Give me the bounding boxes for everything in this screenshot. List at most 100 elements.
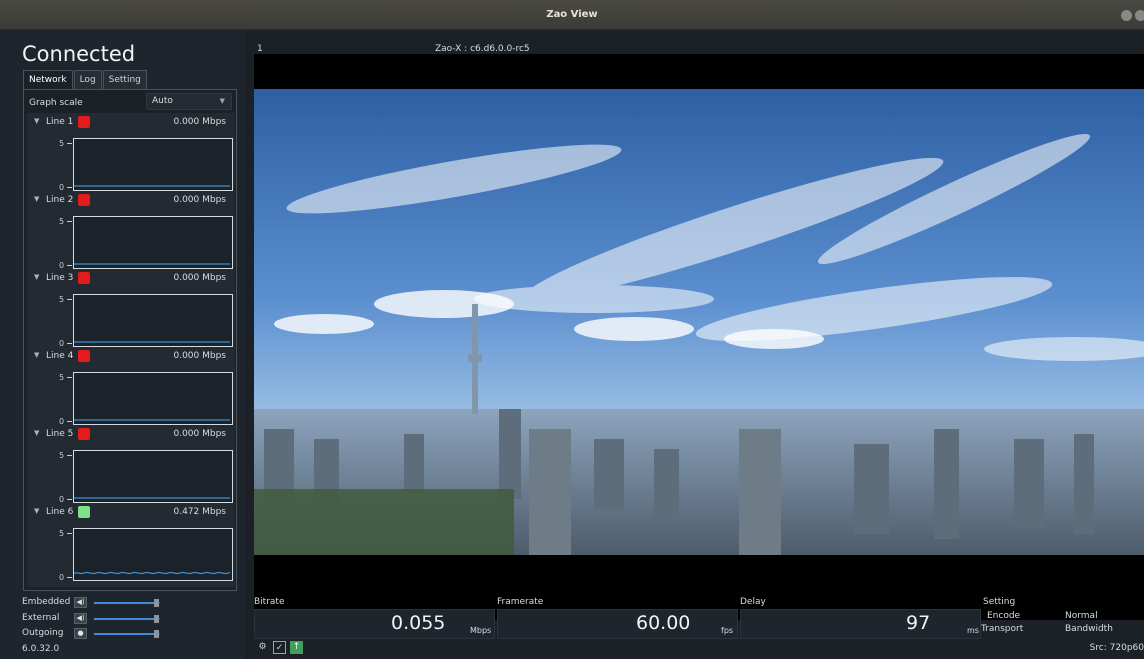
- channel-number: 1: [257, 44, 263, 54]
- tick-mark: [67, 499, 72, 500]
- stats-bar: Bitrate Framerate Delay Setting 0.055 Mb…: [254, 595, 1144, 640]
- line-item: ▼ Line 1 0.000 Mbps 5 0: [27, 115, 235, 193]
- snapshot-icon[interactable]: ✓: [273, 641, 286, 654]
- settings-icon[interactable]: ⚙: [256, 641, 269, 654]
- tick-mark: [67, 421, 72, 422]
- tick-mark: [67, 221, 72, 222]
- line-name: Line 1: [46, 117, 74, 127]
- audio-embedded-row: Embedded ◀): [22, 597, 242, 609]
- y-tick-max: 5: [59, 217, 65, 226]
- line-header[interactable]: ▼ Line 1 0.000 Mbps: [27, 115, 235, 130]
- bitrate-box: [254, 609, 495, 639]
- volume-slider[interactable]: [94, 599, 160, 607]
- main-view: 1 Zao-X : c6.d6.0.0-rc5 Bitrate Framerat…: [245, 30, 1144, 659]
- y-tick-max: 5: [59, 529, 65, 538]
- tick-mark: [67, 377, 72, 378]
- transport-value: Bandwidth: [1065, 624, 1113, 634]
- line-item: ▼ Line 2 0.000 Mbps 5 0: [27, 193, 235, 271]
- line-name: Line 6: [46, 507, 74, 517]
- line-list[interactable]: ▼ Line 1 0.000 Mbps 5 0 ▼ Line 2 0.000 M…: [27, 113, 235, 587]
- chevron-down-icon[interactable]: ▼: [34, 273, 39, 281]
- chevron-down-icon[interactable]: ▼: [34, 195, 39, 203]
- audio-label: External: [22, 613, 60, 623]
- line-header[interactable]: ▼ Line 3 0.000 Mbps: [27, 271, 235, 286]
- app-version: 6.0.32.0: [22, 644, 60, 654]
- line-header[interactable]: ▼ Line 5 0.000 Mbps: [27, 427, 235, 442]
- y-tick-max: 5: [59, 373, 65, 382]
- chevron-down-icon[interactable]: ▼: [34, 429, 39, 437]
- delay-box: [740, 609, 981, 639]
- microphone-icon[interactable]: ●: [74, 628, 87, 639]
- trace-path: [74, 571, 231, 575]
- audio-outgoing-row: Outgoing ●: [22, 628, 242, 640]
- tick-mark: [67, 455, 72, 456]
- bitrate-value: 0.055: [391, 612, 446, 634]
- line-graph: [73, 294, 233, 347]
- tick-mark: [67, 577, 72, 578]
- graph-scale-label: Graph scale: [29, 98, 83, 108]
- y-tick-min: 0: [59, 339, 65, 348]
- line-trace: [74, 497, 230, 499]
- sidebar-tabs: Network Log Setting: [23, 70, 148, 89]
- line-header[interactable]: ▼ Line 6 0.472 Mbps: [27, 505, 235, 520]
- line-status-indicator: [78, 428, 90, 440]
- tab-setting[interactable]: Setting: [102, 70, 147, 89]
- volume-slider[interactable]: [94, 630, 160, 638]
- chevron-down-icon[interactable]: ▼: [34, 117, 39, 125]
- y-tick-max: 5: [59, 451, 65, 460]
- line-name: Line 4: [46, 351, 74, 361]
- source-resolution: Src: 720p60: [1089, 643, 1144, 653]
- line-trace: [74, 341, 230, 343]
- line-item: ▼ Line 6 0.472 Mbps 5 0: [27, 505, 235, 583]
- line-rate: 0.000 Mbps: [173, 429, 226, 439]
- volume-slider[interactable]: [94, 615, 160, 623]
- y-tick-min: 0: [59, 183, 65, 192]
- encode-value: Normal: [1065, 611, 1098, 621]
- line-graph: [73, 372, 233, 425]
- graph-scale-value: Auto: [152, 96, 173, 106]
- chevron-down-icon[interactable]: ▼: [34, 507, 39, 515]
- device-name: Zao-X : c6.d6.0.0-rc5: [435, 44, 530, 54]
- line-item: ▼ Line 4 0.000 Mbps 5 0: [27, 349, 235, 427]
- audio-label: Embedded: [22, 597, 71, 607]
- video-frame[interactable]: [254, 54, 1144, 620]
- encode-label: Encode: [987, 611, 1021, 621]
- delay-unit: ms: [967, 626, 979, 635]
- tick-mark: [67, 299, 72, 300]
- line-rate: 0.472 Mbps: [173, 507, 226, 517]
- y-tick-max: 5: [59, 139, 65, 148]
- chevron-down-icon: ▼: [219, 97, 225, 105]
- line-trace: [74, 263, 230, 265]
- video-image: [254, 89, 1144, 555]
- line-rate: 0.000 Mbps: [173, 117, 226, 127]
- video-header: 1 Zao-X : c6.d6.0.0-rc5: [245, 44, 1144, 54]
- minimize-button[interactable]: [1121, 10, 1132, 21]
- speaker-icon[interactable]: ◀): [74, 613, 87, 624]
- y-tick-min: 0: [59, 573, 65, 582]
- delay-value: 97: [906, 612, 931, 634]
- audio-external-row: External ◀): [22, 613, 242, 625]
- line-name: Line 5: [46, 429, 74, 439]
- speaker-icon[interactable]: ◀): [74, 597, 87, 608]
- line-graph: [73, 450, 233, 503]
- line-trace: [74, 185, 230, 187]
- tab-network[interactable]: Network: [23, 70, 73, 89]
- line-trace: [74, 419, 230, 421]
- framerate-label: Framerate: [497, 597, 544, 607]
- window-titlebar: Zao View: [0, 0, 1144, 30]
- line-header[interactable]: ▼ Line 4 0.000 Mbps: [27, 349, 235, 364]
- delay-label: Delay: [740, 597, 766, 607]
- upload-icon[interactable]: ↑: [290, 641, 303, 654]
- bitrate-unit: Mbps: [470, 626, 492, 635]
- y-tick-min: 0: [59, 495, 65, 504]
- line-rate: 0.000 Mbps: [173, 351, 226, 361]
- line-header[interactable]: ▼ Line 2 0.000 Mbps: [27, 193, 235, 208]
- setting-label: Setting: [983, 597, 1016, 607]
- y-tick-min: 0: [59, 417, 65, 426]
- graph-scale-select[interactable]: Auto ▼: [146, 93, 232, 110]
- close-button[interactable]: [1135, 10, 1144, 21]
- tab-log[interactable]: Log: [73, 70, 102, 89]
- framerate-unit: fps: [721, 626, 734, 635]
- chevron-down-icon[interactable]: ▼: [34, 351, 39, 359]
- line-rate: 0.000 Mbps: [173, 195, 226, 205]
